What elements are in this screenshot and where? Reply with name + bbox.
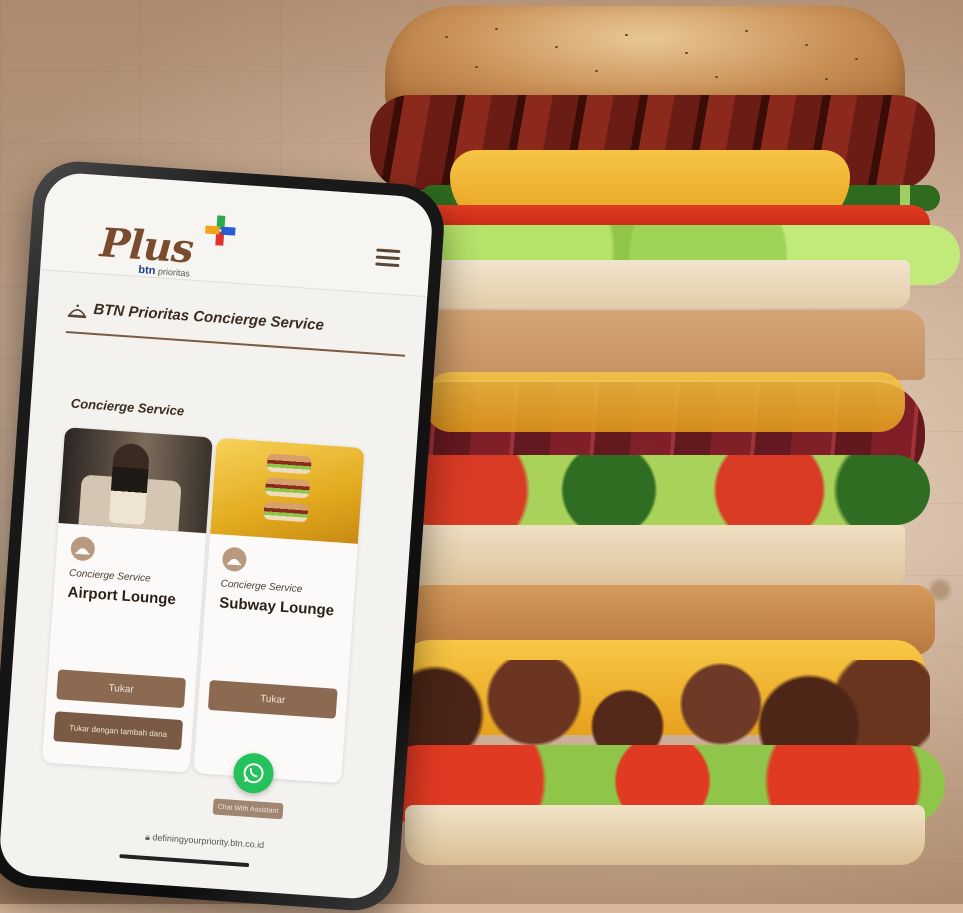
mini-sandwich-shape bbox=[263, 501, 309, 523]
card-kicker: Concierge Service bbox=[68, 567, 151, 585]
bread-slice bbox=[415, 260, 910, 308]
concierge-bell-icon bbox=[67, 301, 88, 320]
service-card-subway-lounge[interactable]: Concierge Service Subway Lounge Tukar bbox=[193, 437, 365, 784]
concierge-bell-icon bbox=[221, 546, 248, 573]
bread-slice bbox=[405, 310, 925, 380]
redeem-button[interactable]: Tukar bbox=[207, 679, 338, 719]
url-text: definingyourpriority.btn.co.id bbox=[152, 832, 265, 851]
home-indicator[interactable] bbox=[119, 854, 250, 868]
phone-device: Plus btn prioritas BTN Prioritas Concier… bbox=[0, 158, 447, 913]
service-card-airport-lounge[interactable]: Concierge Service Airport Lounge Tukar T… bbox=[41, 427, 213, 773]
airport-lounge-photo bbox=[58, 427, 213, 534]
page-title-row: BTN Prioritas Concierge Service bbox=[65, 297, 408, 357]
logo-subbrand: btn prioritas bbox=[138, 264, 190, 280]
whatsapp-label[interactable]: Chat With Assistant bbox=[212, 798, 284, 820]
subway-lounge-photo bbox=[210, 437, 365, 544]
bottom-bun bbox=[405, 805, 925, 865]
redeem-button[interactable]: Tukar bbox=[56, 669, 187, 709]
logo-subbrand-name: btn bbox=[137, 263, 156, 278]
card-kicker: Concierge Service bbox=[220, 578, 303, 596]
bread-slice bbox=[395, 525, 905, 587]
mini-sandwich-shape bbox=[266, 453, 312, 475]
plus-cross-icon bbox=[202, 212, 238, 248]
vegetable-layer bbox=[395, 455, 930, 525]
lounge-guest-shape bbox=[108, 442, 151, 525]
sandwich-stack-image bbox=[370, 0, 963, 870]
card-title: Airport Lounge bbox=[67, 583, 177, 609]
url-bar[interactable]: 🔒︎ definingyourpriority.btn.co.id bbox=[61, 826, 349, 857]
redeem-with-topup-button[interactable]: Tukar dengan tambah dana bbox=[53, 711, 184, 751]
app-header: Plus btn prioritas bbox=[40, 171, 435, 298]
logo-subbrand-suffix: prioritas bbox=[157, 266, 191, 279]
menu-icon[interactable] bbox=[375, 248, 401, 268]
whatsapp-icon bbox=[243, 763, 264, 784]
page-title: BTN Prioritas Concierge Service bbox=[92, 300, 325, 334]
mini-sandwich-shape bbox=[264, 477, 311, 499]
concierge-bell-icon bbox=[69, 535, 96, 562]
card-title: Subway Lounge bbox=[218, 594, 335, 620]
cheese-layer bbox=[425, 372, 905, 432]
phone-screen: Plus btn prioritas BTN Prioritas Concier… bbox=[0, 171, 435, 901]
section-label: Concierge Service bbox=[70, 395, 185, 419]
